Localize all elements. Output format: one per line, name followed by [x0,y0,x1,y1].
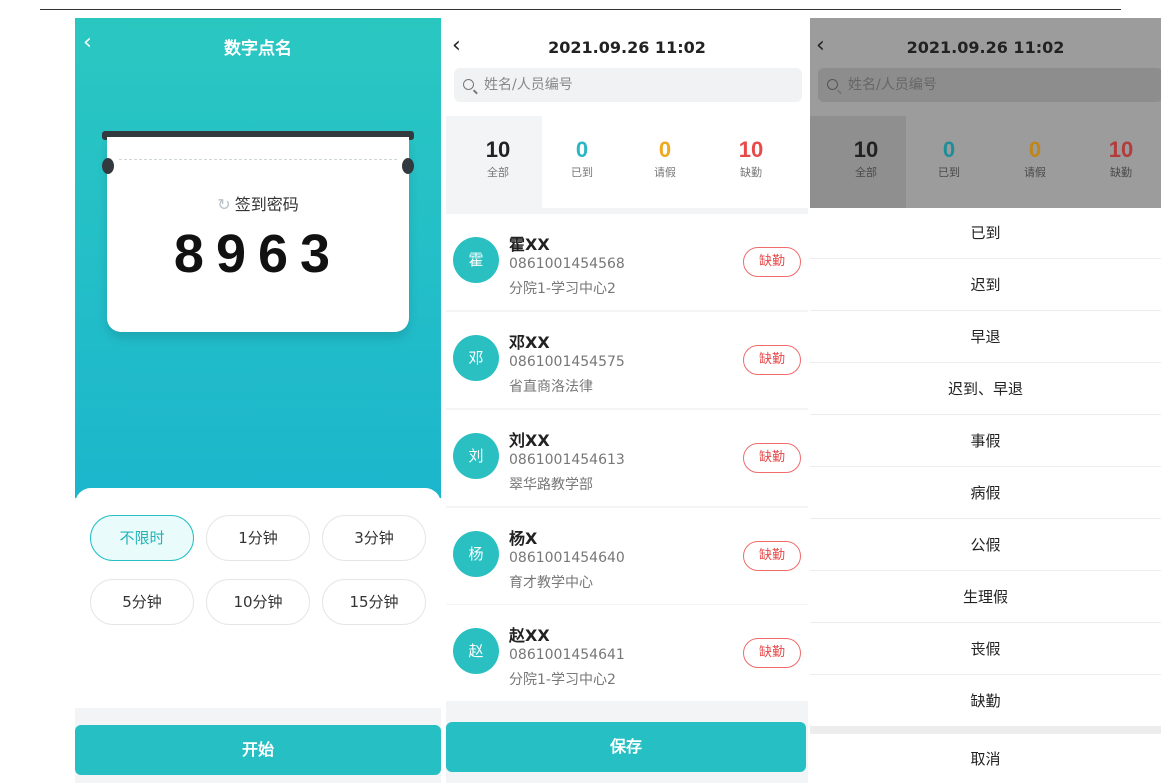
stat-absent-label: 缺勤 [1110,166,1132,179]
person-row[interactable]: 刘 刘XX 0861001454613 翠华路教学部 缺勤 [446,410,808,506]
option-arrived[interactable]: 已到 [810,208,1161,259]
person-name: 赵XX [509,626,550,645]
status-badge[interactable]: 缺勤 [743,247,801,277]
status-badge[interactable]: 缺勤 [743,638,801,668]
status-picker-screen: ‹ 2021.09.26 11:02 姓名/人员编号 10 全部 0 已到 0 … [810,18,1161,783]
checkin-code: 8963 [173,224,343,284]
person-row[interactable]: 邓 邓XX 0861001454575 省直商洛法律 缺勤 [446,312,808,408]
person-name: 邓XX [509,333,550,352]
duration-chip-3min[interactable]: 3分钟 [322,515,426,561]
stat-leave-count: 0 [1028,137,1042,162]
person-name: 刘XX [509,431,550,450]
tab-absent[interactable]: 10 缺勤 [1086,138,1156,180]
person-name: 杨X [509,529,538,548]
search-input[interactable]: 姓名/人员编号 [454,68,802,102]
stat-absent-label: 缺勤 [740,166,762,179]
stat-arrived-label: 已到 [571,166,593,179]
person-dept: 育才教学中心 [509,575,593,591]
tab-absent[interactable]: 10 缺勤 [716,138,786,180]
session-datetime: 2021.09.26 11:02 [548,38,706,57]
person-id: 0861001454640 [509,550,625,566]
search-icon [463,79,474,90]
page-title: 数字点名 [224,39,292,59]
cancel-button[interactable]: 取消 [810,734,1161,783]
duration-chip-1min[interactable]: 1分钟 [206,515,310,561]
password-label: 签到密码 [234,195,299,214]
stat-all-label: 全部 [855,166,877,179]
person-id: 0861001454613 [509,452,625,468]
duration-chip-10min[interactable]: 10分钟 [206,579,310,625]
tab-leave[interactable]: 0 请假 [1000,138,1070,180]
status-badge[interactable]: 缺勤 [743,345,801,375]
avatar: 霍 [453,237,499,283]
stat-all-count: 10 [853,137,879,162]
person-row[interactable]: 霍 霍XX 0861001454568 分院1-学习中心2 缺勤 [446,214,808,310]
search-placeholder: 姓名/人员编号 [484,77,573,93]
option-sick-leave[interactable]: 病假 [810,468,1161,519]
person-id: 0861001454641 [509,647,625,663]
stat-leave-label: 请假 [1024,166,1046,179]
option-official-leave[interactable]: 公假 [810,520,1161,571]
refresh-icon[interactable]: ↻ [217,195,230,214]
option-late[interactable]: 迟到 [810,260,1161,311]
tab-all[interactable]: 10 全部 [831,138,901,180]
duration-chip-5min[interactable]: 5分钟 [90,579,194,625]
attendance-list-screen: ‹ 2021.09.26 11:02 姓名/人员编号 10 全部 0 已到 0 … [446,18,808,783]
person-row[interactable]: 赵 赵XX 0861001454641 分院1-学习中心2 缺勤 [446,605,808,701]
ticket-notch-left [102,158,114,174]
start-button[interactable]: 开始 [75,725,441,775]
person-id: 0861001454568 [509,256,625,272]
status-action-sheet: 已到 迟到 早退 迟到、早退 事假 病假 公假 生理假 丧假 缺勤 取消 [810,208,1161,783]
option-absent[interactable]: 缺勤 [810,676,1161,727]
status-badge[interactable]: 缺勤 [743,541,801,571]
save-button[interactable]: 保存 [446,722,806,772]
search-input[interactable]: 姓名/人员编号 [818,68,1161,102]
tab-arrived[interactable]: 0 已到 [547,138,617,180]
stat-leave-label: 请假 [654,166,676,179]
digital-rollcall-screen: ‹ 数字点名 ↻ 签到密码 8963 不限时 1分钟 3分钟 5分钟 10分钟 1… [75,18,441,783]
duration-chip-15min[interactable]: 15分钟 [322,579,426,625]
search-icon [827,79,838,90]
stat-arrived-count: 0 [575,137,589,162]
ticket-notch-right [402,158,414,174]
stat-all-count: 10 [485,137,511,162]
person-dept: 省直商洛法律 [509,379,593,395]
person-id: 0861001454575 [509,354,625,370]
stat-arrived-count: 0 [942,137,956,162]
stat-all-label: 全部 [487,166,509,179]
top-rule [40,9,1121,10]
ticket-perforation [119,159,397,160]
stat-absent-count: 10 [738,137,764,162]
avatar: 刘 [453,433,499,479]
session-datetime: 2021.09.26 11:02 [906,38,1065,57]
avatar: 杨 [453,531,499,577]
stat-arrived-label: 已到 [938,166,960,179]
sheet-divider [810,726,1161,734]
person-name: 霍XX [509,235,550,254]
password-label-row: ↻ 签到密码 [75,191,441,215]
avatar: 邓 [453,335,499,381]
avatar: 赵 [453,628,499,674]
tab-arrived[interactable]: 0 已到 [914,138,984,180]
option-early-leave[interactable]: 早退 [810,312,1161,363]
option-personal-leave[interactable]: 事假 [810,416,1161,467]
tab-leave[interactable]: 0 请假 [630,138,700,180]
search-placeholder: 姓名/人员编号 [848,77,937,93]
stat-leave-count: 0 [658,137,672,162]
option-late-and-early[interactable]: 迟到、早退 [810,364,1161,415]
person-dept: 分院1-学习中心2 [509,281,616,297]
tab-all[interactable]: 10 全部 [463,138,533,180]
person-row[interactable]: 杨 杨X 0861001454640 育才教学中心 缺勤 [446,508,808,604]
stat-absent-count: 10 [1108,137,1134,162]
option-menstrual-leave[interactable]: 生理假 [810,572,1161,623]
status-badge[interactable]: 缺勤 [743,443,801,473]
duration-chip-unlimited[interactable]: 不限时 [90,515,194,561]
option-bereavement-leave[interactable]: 丧假 [810,624,1161,675]
person-dept: 分院1-学习中心2 [509,672,616,688]
person-dept: 翠华路教学部 [509,477,593,493]
